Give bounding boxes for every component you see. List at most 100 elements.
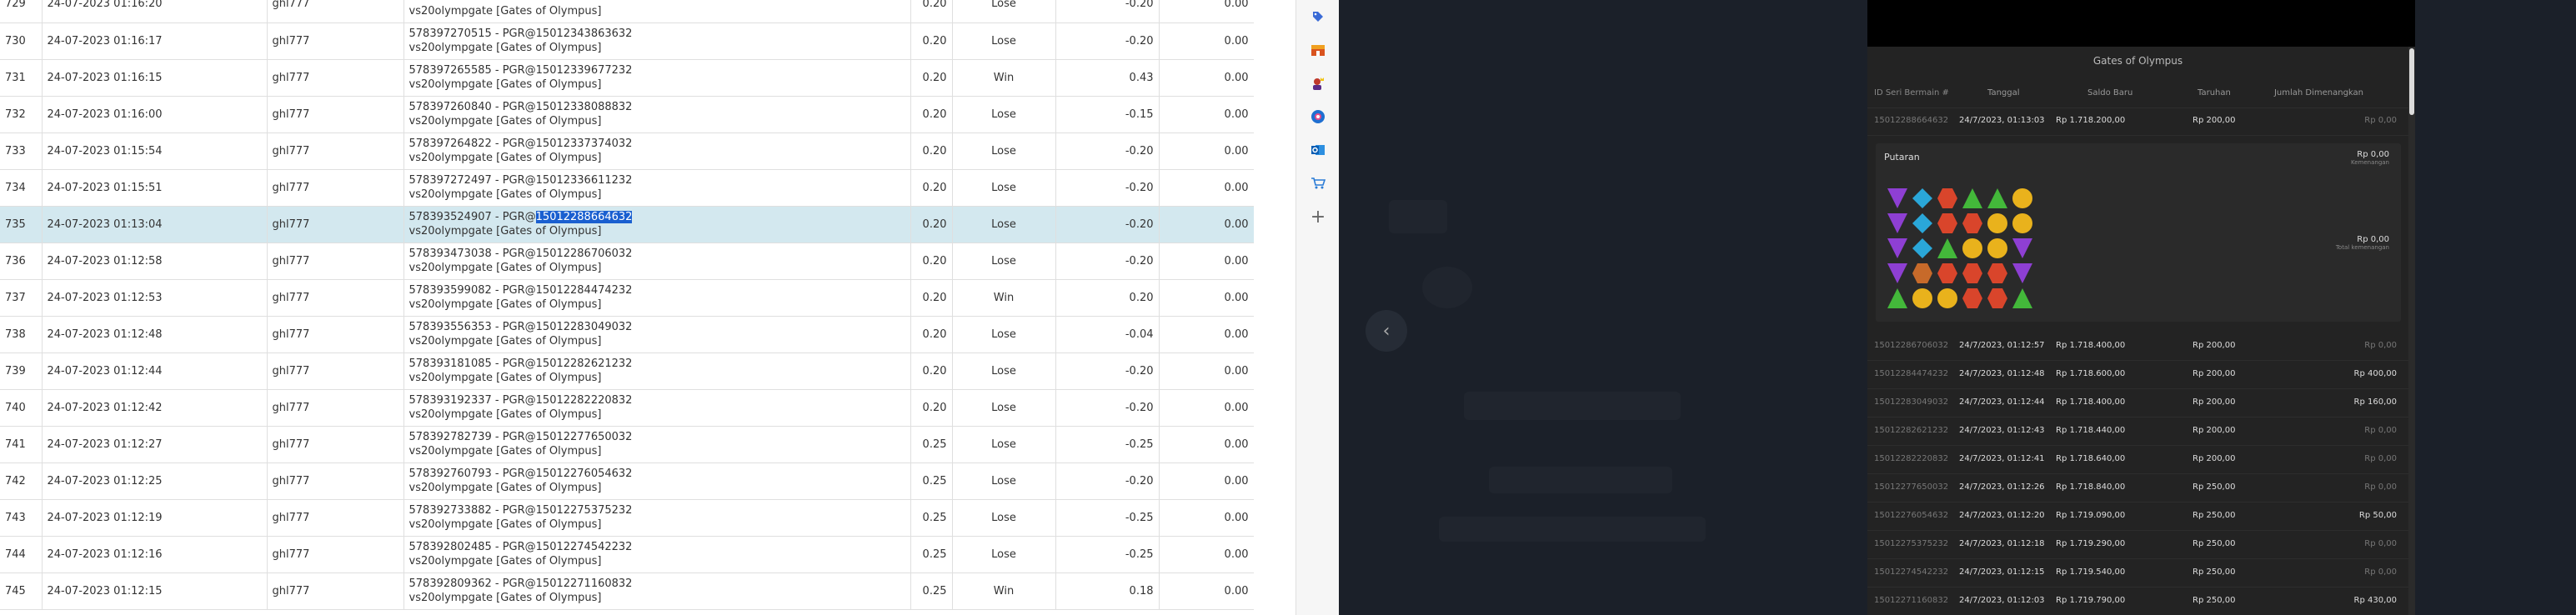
table-row[interactable]: 734 24-07-2023 01:15:51 ghl777 578397272497… [0,169,1254,207]
table-row[interactable]: 742 24-07-2023 01:12:25 ghl777 578392760793… [0,462,1254,500]
table-row[interactable]: 729 24-07-2023 01:16:20 ghl777 vs20olympgat… [0,0,1254,23]
history-win: Rp 0,00 [2364,539,2397,548]
transaction-id: 578397260840 - PGR@15012338088832 [408,101,633,113]
history-date: 24/7/2023, 01:13:03 [1959,116,2045,125]
row-jackpot: 0.00 [1159,279,1254,317]
history-row[interactable]: 15012277650032 24/7/2023, 01:12:26 Rp 1.71… [1867,474,2408,502]
history-id: 15012284474232 [1874,369,1949,378]
row-result: Lose [952,0,1056,23]
game-name: vs20olympgate [Gates of Olympus] [408,42,602,54]
history-win: Rp 0,00 [2364,568,2397,577]
background-placeholder [1489,467,1672,493]
purple-gem-icon [1887,263,1907,283]
history-win: Rp 0,00 [2364,116,2397,125]
history-row[interactable]: 15012284474232 24/7/2023, 01:12:48 Rp 1.71… [1867,361,2408,389]
selected-text: 15012288664632 [535,211,633,223]
outlook-icon[interactable] [1308,140,1328,160]
row-bet: 0.20 [910,206,953,243]
row-transaction: 578393599082 - PGR@15012284474232 vs20oly… [403,279,911,317]
history-date: 24/7/2023, 01:12:18 [1959,539,2045,548]
table-row[interactable]: 740 24-07-2023 01:12:42 ghl777 578393192337… [0,389,1254,427]
row-jackpot: 0.00 [1159,169,1254,207]
table-row[interactable]: 733 24-07-2023 01:15:54 ghl777 578397264822… [0,132,1254,170]
table-row[interactable]: 745 24-07-2023 01:12:15 ghl777 578392809362… [0,572,1254,610]
transaction-id: 578392782739 - PGR@15012277650032 [408,431,633,443]
table-row[interactable]: 743 24-07-2023 01:12:19 ghl777 578392733882… [0,499,1254,537]
row-winloss: -0.20 [1055,352,1160,390]
row-number: 736 [0,242,43,280]
history-id: 15012274542232 [1874,568,1949,577]
row-transaction: 578392782739 - PGR@15012277650032 vs20oly… [403,426,911,463]
game-name: vs20olympgate [Gates of Olympus] [408,262,602,274]
row-user: ghl777 [267,206,404,243]
cart-icon[interactable] [1308,173,1328,193]
row-bet: 0.20 [910,0,953,23]
history-win: Rp 0,00 [2364,341,2397,350]
history-row[interactable]: 15012282220832 24/7/2023, 01:12:41 Rp 1.71… [1867,446,2408,474]
tag-icon[interactable] [1308,7,1328,27]
blue-gem-icon [1912,238,1932,258]
row-jackpot: 0.00 [1159,132,1254,170]
history-bet: Rp 200,00 [2193,341,2236,350]
row-number: 731 [0,59,43,97]
background-placeholder [1439,517,1706,542]
history-date: 24/7/2023, 01:12:26 [1959,482,2045,492]
table-row[interactable]: 736 24-07-2023 01:12:58 ghl777 578393473038… [0,242,1254,280]
row-bet: 0.20 [910,96,953,133]
table-row[interactable]: 735 24-07-2023 01:13:04 ghl777 578393524907… [0,206,1254,243]
row-jackpot: 0.00 [1159,536,1254,573]
table-row[interactable]: 741 24-07-2023 01:12:27 ghl777 578392782739… [0,426,1254,463]
row-user: ghl777 [267,536,404,573]
table-row[interactable]: 731 24-07-2023 01:16:15 ghl777 578397265585… [0,59,1254,97]
history-row[interactable]: 15012275375232 24/7/2023, 01:12:18 Rp 1.71… [1867,531,2408,559]
scrollbar[interactable] [2408,47,2415,615]
history-balance: Rp 1.718.600,00 [2056,369,2126,378]
history-row[interactable]: 15012282621232 24/7/2023, 01:12:43 Rp 1.71… [1867,418,2408,446]
history-bet: Rp 200,00 [2193,398,2236,407]
table-row[interactable]: 730 24-07-2023 01:16:17 ghl777 578397270515… [0,22,1254,60]
history-id: 15012282220832 [1874,454,1949,463]
back-button[interactable]: ‹ [1366,310,1407,352]
row-number: 734 [0,169,43,207]
history-row[interactable]: 15012283049032 24/7/2023, 01:12:44 Rp 1.71… [1867,389,2408,418]
history-bet: Rp 250,00 [2193,511,2236,520]
row-date: 24-07-2023 01:13:04 [42,206,268,243]
row-jackpot: 0.00 [1159,572,1254,610]
row-user: ghl777 [267,279,404,317]
reel-grid [1886,187,2034,310]
row-result: Lose [952,536,1056,573]
row-user: ghl777 [267,59,404,97]
row-transaction: 578392733882 - PGR@15012275375232 vs20oly… [403,499,911,537]
row-user: ghl777 [267,22,404,60]
table-row[interactable]: 737 24-07-2023 01:12:53 ghl777 578393599082… [0,279,1254,317]
table-row[interactable]: 744 24-07-2023 01:12:16 ghl777 578392802485… [0,536,1254,573]
scrollbar-thumb[interactable] [2409,48,2414,115]
table-row[interactable]: 738 24-07-2023 01:12:48 ghl777 578393556353… [0,316,1254,353]
row-winloss: -0.20 [1055,22,1160,60]
add-icon[interactable]: + [1308,207,1328,228]
table-row[interactable]: 732 24-07-2023 01:16:00 ghl777 578397260840… [0,96,1254,133]
game-name: vs20olympgate [Gates of Olympus] [408,518,602,531]
row-user: ghl777 [267,499,404,537]
row-jackpot: 0.00 [1159,22,1254,60]
table-row[interactable]: 739 24-07-2023 01:12:44 ghl777 578393181085… [0,352,1254,390]
history-row[interactable]: 15012286706032 24/7/2023, 01:12:57 Rp 1.71… [1867,332,2408,361]
yellow-gem-icon [1987,238,2007,258]
yellow-gem-icon [1962,238,1982,258]
history-row-expanded[interactable]: 15012288664632 24/7/2023, 01:13:03 Rp 1.… [1867,108,2408,136]
globe-icon[interactable] [1308,107,1328,127]
history-balance: Rp 1.719.090,00 [2056,511,2126,520]
history-row[interactable]: 15012274542232 24/7/2023, 01:12:15 Rp 1.71… [1867,559,2408,588]
user-crown-icon[interactable] [1308,73,1328,93]
row-result: Lose [952,22,1056,60]
row-bet: 0.25 [910,462,953,500]
shop-icon[interactable] [1308,40,1328,60]
game-name: vs20olympgate [Gates of Olympus] [408,4,602,18]
green-gem-icon [1937,238,1957,258]
history-row[interactable]: 15012276054632 24/7/2023, 01:12:20 Rp 1.71… [1867,502,2408,531]
history-row[interactable]: 15012271160832 24/7/2023, 01:12:03 Rp 1.71… [1867,588,2408,615]
row-bet: 0.20 [910,169,953,207]
spin-total-caption: Total kemenangan [2335,244,2389,251]
row-date: 24-07-2023 01:12:15 [42,572,268,610]
red-gem-icon [1937,263,1957,283]
